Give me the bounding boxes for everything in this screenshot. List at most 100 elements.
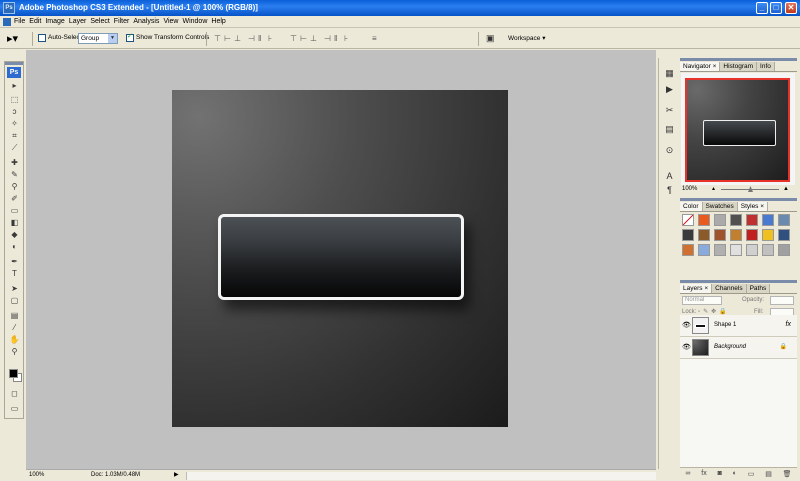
- dodge-tool-icon[interactable]: ◐: [8, 242, 21, 252]
- move-tool-preset-icon[interactable]: ▸▾: [7, 32, 27, 46]
- blur-tool-icon[interactable]: ◆: [8, 230, 21, 240]
- style-swatch[interactable]: [714, 229, 726, 241]
- layer-effects-icon[interactable]: fx: [786, 321, 791, 328]
- document-canvas[interactable]: [172, 90, 508, 427]
- navigator-zoom-field[interactable]: 100%: [682, 185, 697, 193]
- history-brush-tool-icon[interactable]: ✐: [8, 194, 21, 204]
- link-layers-icon[interactable]: ∞: [685, 470, 690, 477]
- actions-icon[interactable]: ▶: [663, 83, 676, 95]
- eye-icon[interactable]: 👁: [682, 343, 691, 351]
- layers-tab-1[interactable]: Channels: [712, 284, 747, 293]
- menu-item-analysis[interactable]: Analysis: [133, 17, 163, 27]
- add-mask-icon[interactable]: ◙: [718, 470, 722, 477]
- style-swatch[interactable]: [778, 214, 790, 226]
- align-distribute-icon[interactable]: ⊤: [214, 34, 223, 43]
- trash-icon[interactable]: 🗑: [783, 470, 792, 478]
- align-distribute-icon[interactable]: ⊢: [224, 34, 233, 43]
- status-menu-arrow-icon[interactable]: ▶: [174, 471, 179, 480]
- eye-icon[interactable]: 👁: [682, 321, 691, 329]
- style-swatch[interactable]: [698, 229, 710, 241]
- align-distribute-icon[interactable]: ⊣: [324, 34, 333, 43]
- magic-wand-tool-icon[interactable]: ✧: [8, 119, 21, 129]
- marquee-tool-icon[interactable]: ⬚: [8, 95, 21, 105]
- style-swatch[interactable]: [682, 214, 694, 226]
- style-swatch[interactable]: [762, 229, 774, 241]
- style-swatch[interactable]: [714, 214, 726, 226]
- lasso-tool-icon[interactable]: ↄ: [8, 107, 21, 117]
- foreground-color-swatch[interactable]: [9, 369, 18, 378]
- paragraph-icon[interactable]: ¶: [663, 184, 676, 196]
- document-menu-icon[interactable]: [3, 18, 11, 26]
- zoom-out-icon[interactable]: ▴: [712, 185, 715, 193]
- style-swatch[interactable]: [746, 229, 758, 241]
- navigator-tab-1[interactable]: Histogram: [720, 62, 758, 71]
- blend-mode-dropdown[interactable]: Normal: [682, 296, 722, 305]
- screen-mode-icon[interactable]: ▭: [8, 404, 21, 414]
- layers-tab-0[interactable]: Layers ×: [680, 284, 713, 293]
- style-swatch[interactable]: [730, 229, 742, 241]
- align-distribute-icon[interactable]: ⊦: [344, 34, 353, 43]
- navigator-tab-0[interactable]: Navigator ×: [680, 62, 721, 71]
- photoshop-app-icon[interactable]: Ps: [3, 2, 15, 14]
- align-distribute-icon[interactable]: ⊤: [290, 34, 299, 43]
- styles-panel-grip[interactable]: [680, 198, 797, 201]
- minimize-button[interactable]: _: [756, 2, 768, 14]
- horizontal-scrollbar[interactable]: [186, 472, 656, 480]
- zoom-tool-icon[interactable]: ⚲: [8, 347, 21, 357]
- menu-item-filter[interactable]: Filter: [114, 17, 134, 27]
- auto-select-checkbox[interactable]: [38, 34, 46, 42]
- align-distribute-icon[interactable]: ⊥: [234, 34, 243, 43]
- menu-item-select[interactable]: Select: [90, 17, 113, 27]
- styles-tab-1[interactable]: Swatches: [702, 202, 738, 211]
- style-swatch[interactable]: [762, 244, 774, 256]
- notes-tool-icon[interactable]: ▤: [8, 311, 21, 321]
- menu-item-image[interactable]: Image: [45, 17, 68, 27]
- healing-brush-tool-icon[interactable]: ✚: [8, 158, 21, 168]
- add-layer-style-icon[interactable]: fx: [701, 470, 706, 477]
- workspace-icon[interactable]: ▣: [486, 33, 495, 44]
- layer-row[interactable]: 👁 Background 🔒: [680, 337, 797, 359]
- styles-tab-2[interactable]: Styles ×: [737, 202, 769, 211]
- show-transform-controls-checkbox[interactable]: [126, 32, 134, 42]
- workspace-menu[interactable]: Workspace ▾: [508, 34, 545, 42]
- layers-tab-2[interactable]: Paths: [746, 284, 771, 293]
- zoom-in-icon[interactable]: ▲: [783, 185, 789, 193]
- style-swatch[interactable]: [714, 244, 726, 256]
- layers-panel-grip[interactable]: [680, 280, 797, 283]
- style-swatch[interactable]: [698, 214, 710, 226]
- align-distribute-icon[interactable]: ‖: [334, 34, 343, 43]
- shape-tool-icon[interactable]: ▢: [8, 296, 21, 306]
- eraser-tool-icon[interactable]: ▭: [8, 206, 21, 216]
- menu-item-view[interactable]: View: [163, 17, 182, 27]
- move-tool-icon[interactable]: ▸: [8, 81, 21, 91]
- style-swatch[interactable]: [762, 214, 774, 226]
- navigator-preview[interactable]: [681, 73, 795, 185]
- maximize-button[interactable]: □: [770, 2, 782, 14]
- style-swatch[interactable]: [682, 244, 694, 256]
- align-distribute-icon[interactable]: ⊦: [268, 34, 277, 43]
- style-swatch[interactable]: [778, 229, 790, 241]
- eyedropper-tool-icon[interactable]: ⁄: [8, 323, 21, 333]
- menu-item-layer[interactable]: Layer: [69, 17, 91, 27]
- navigator-thumbnail[interactable]: [685, 78, 790, 182]
- style-swatch[interactable]: [730, 244, 742, 256]
- new-group-icon[interactable]: ▭: [748, 470, 755, 478]
- style-swatch[interactable]: [698, 244, 710, 256]
- style-swatch[interactable]: [730, 214, 742, 226]
- navigator-panel-grip[interactable]: [680, 58, 797, 61]
- lock-icons[interactable]: ▫✎✥🔒: [698, 308, 730, 315]
- align-distribute-icon[interactable]: ⊥: [310, 34, 319, 43]
- layer-row[interactable]: 👁 Shape 1 fx: [680, 315, 797, 337]
- styles-tab-0[interactable]: Color: [680, 202, 703, 211]
- type-tool-icon[interactable]: T: [8, 269, 21, 279]
- align-distribute-icon[interactable]: ⊣: [248, 34, 257, 43]
- menu-item-file[interactable]: File: [14, 17, 29, 27]
- zoom-level-field[interactable]: 100%: [29, 471, 51, 480]
- align-distribute-icon[interactable]: ⊢: [300, 34, 309, 43]
- opacity-field[interactable]: [770, 296, 794, 305]
- brushes-icon[interactable]: ▤: [663, 123, 676, 135]
- clone-stamp-tool-icon[interactable]: ⚲: [8, 182, 21, 192]
- quick-mask-icon[interactable]: ◻: [8, 389, 21, 399]
- style-swatch[interactable]: [682, 229, 694, 241]
- pen-tool-icon[interactable]: ✒: [8, 257, 21, 267]
